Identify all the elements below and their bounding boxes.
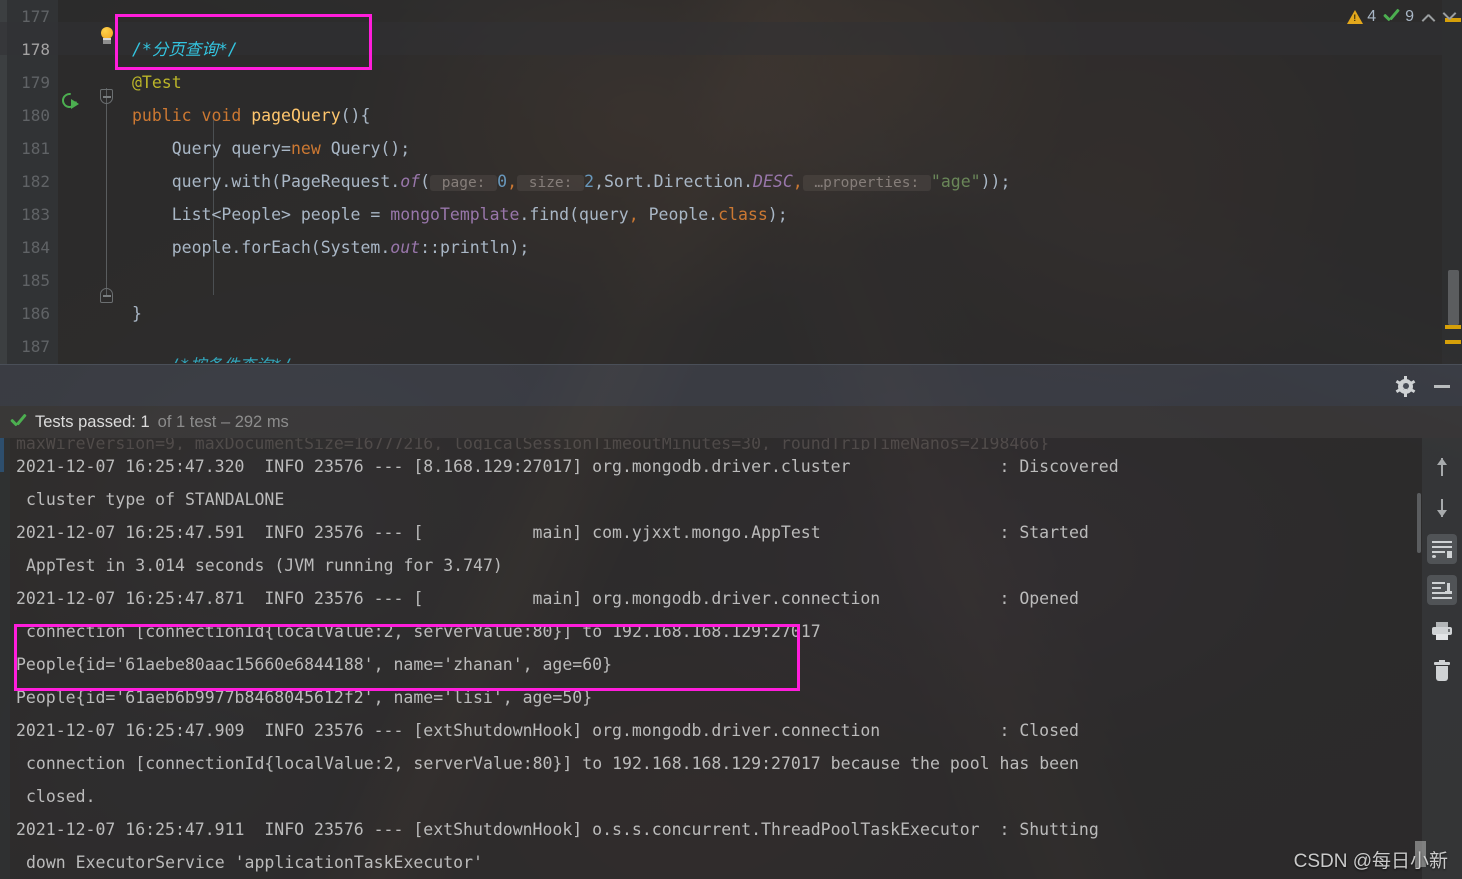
warning-marker[interactable] [1445, 340, 1461, 344]
print-icon[interactable] [1427, 616, 1457, 646]
console-line: AppTest in 3.014 seconds (JVM running fo… [26, 556, 503, 575]
code-line[interactable]: 180 public void pageQuery(){ [0, 99, 1462, 132]
line-number: 178 [21, 40, 50, 59]
line-number: 182 [21, 172, 50, 191]
editor-scroll-thumb[interactable] [1448, 270, 1459, 325]
code-text: Query query=new Query(); [132, 139, 411, 158]
console-side-toolbar[interactable] [1422, 438, 1462, 879]
scroll-up-icon[interactable] [1427, 452, 1457, 482]
chevron-down-icon[interactable] [1442, 10, 1456, 24]
line-number: 185 [21, 271, 50, 290]
code-text: public void pageQuery(){ [132, 106, 371, 125]
console-gutter [0, 438, 10, 879]
tests-duration-label: of 1 test – 292 ms [157, 412, 289, 431]
console-scroll-thumb[interactable] [1417, 493, 1421, 553]
code-text: query.with(PageRequest.of( page: 0, size… [132, 172, 1011, 191]
console-line: 2021-12-07 16:25:47.911 INFO 23576 --- [… [16, 820, 1099, 839]
code-line[interactable]: 181 Query query=new Query(); [0, 132, 1462, 165]
console-lines: maxWireVersion=9, maxDocumentSize=167772… [16, 438, 1119, 879]
code-text: } [132, 304, 142, 323]
console-line: People{id='61aeb6b9977b8468045612f2', na… [16, 688, 593, 707]
console-line: 2021-12-07 16:25:47.871 INFO 23576 --- [… [16, 589, 1079, 608]
hide-icon[interactable] [1434, 384, 1450, 388]
line-number: 184 [21, 238, 50, 257]
code-line[interactable]: 183 List<People> people = mongoTemplate.… [0, 198, 1462, 231]
run-panel-header-actions [1395, 365, 1450, 407]
test-status-bar: Tests passed: 1 of 1 test – 292 ms [0, 406, 1462, 438]
code-lines: 177 178 /*分页查询*/ 179 @Test 180 public void pag… [0, 0, 1462, 363]
code-text: List<People> people = mongoTemplate.find… [132, 205, 788, 224]
console-line: connection [connectionId{localValue:2, s… [26, 754, 1079, 773]
tests-passed-label: Tests passed: 1 [35, 412, 150, 431]
console-line: 2021-12-07 16:25:47.591 INFO 23576 --- [… [16, 523, 1089, 542]
watermark: CSDN @每日小新 [1293, 851, 1448, 872]
check-icon [1383, 10, 1401, 24]
scroll-to-end-icon[interactable] [1427, 575, 1457, 605]
ok-indicator[interactable]: 9 [1383, 8, 1414, 26]
code-line[interactable]: 177 [0, 0, 1462, 33]
code-line[interactable]: 184 people.forEach(System.out::println); [0, 231, 1462, 264]
code-line[interactable]: 182 query.with(PageRequest.of( page: 0, … [0, 165, 1462, 198]
line-number: 180 [21, 106, 50, 125]
line-number: 181 [21, 139, 50, 158]
warning-triangle-icon [1347, 10, 1364, 24]
code-text: people.forEach(System.out::println); [132, 238, 530, 257]
ide-window: 177 178 /*分页查询*/ 179 @Test 180 public void pag… [0, 0, 1462, 879]
code-line[interactable]: 178 /*分页查询*/ [0, 33, 1462, 66]
console-line: closed. [26, 787, 96, 806]
console-line: maxWireVersion=9, maxDocumentSize=167772… [16, 438, 1050, 450]
code-text: /*分页查询*/ [132, 40, 238, 59]
settings-icon[interactable] [1395, 375, 1416, 397]
console-line: down ExecutorService 'applicationTaskExe… [26, 853, 483, 872]
warning-marker[interactable] [1445, 325, 1461, 329]
code-line[interactable]: 186} [0, 297, 1462, 330]
code-line[interactable]: 185 [0, 264, 1462, 297]
tests-passed-check-icon [10, 415, 27, 429]
warning-indicator[interactable]: 4 [1347, 8, 1376, 26]
console-line: 2021-12-07 16:25:47.909 INFO 23576 --- [… [16, 721, 1079, 740]
console-gutter-marker [0, 438, 4, 472]
line-number: 186 [21, 304, 50, 323]
inspection-widget[interactable]: 4 9 [1347, 4, 1456, 30]
scroll-down-icon[interactable] [1427, 493, 1457, 523]
soft-wrap-icon[interactable] [1427, 534, 1457, 564]
console-line: cluster type of STANDALONE [26, 490, 285, 509]
console-output[interactable]: maxWireVersion=9, maxDocumentSize=167772… [0, 438, 1422, 879]
line-number: 177 [21, 7, 50, 26]
warning-count: 4 [1367, 8, 1377, 25]
line-number: 183 [21, 205, 50, 224]
editor-scrollbar[interactable] [1442, 0, 1462, 364]
console-line: 2021-12-07 16:25:47.320 INFO 23576 --- [… [16, 457, 1119, 476]
ok-count: 9 [1405, 8, 1414, 25]
next-doc-comment-clipped: /*按条件查询*/ [170, 352, 292, 363]
console-line: People{id='61aebe80aac15660e6844188', na… [16, 655, 613, 674]
code-line[interactable]: 179 @Test [0, 66, 1462, 99]
run-panel-header [0, 364, 1462, 406]
line-number: 187 [21, 337, 50, 356]
chevron-up-icon[interactable] [1421, 10, 1435, 24]
console-line: connection [connectionId{localValue:2, s… [26, 622, 821, 641]
trash-icon[interactable] [1427, 657, 1457, 687]
line-number: 179 [21, 73, 50, 92]
run-tool-window: Tests passed: 1 of 1 test – 292 ms maxWi… [0, 364, 1462, 879]
code-text: @Test [132, 73, 182, 92]
code-editor[interactable]: 177 178 /*分页查询*/ 179 @Test 180 public void pag… [0, 0, 1462, 364]
